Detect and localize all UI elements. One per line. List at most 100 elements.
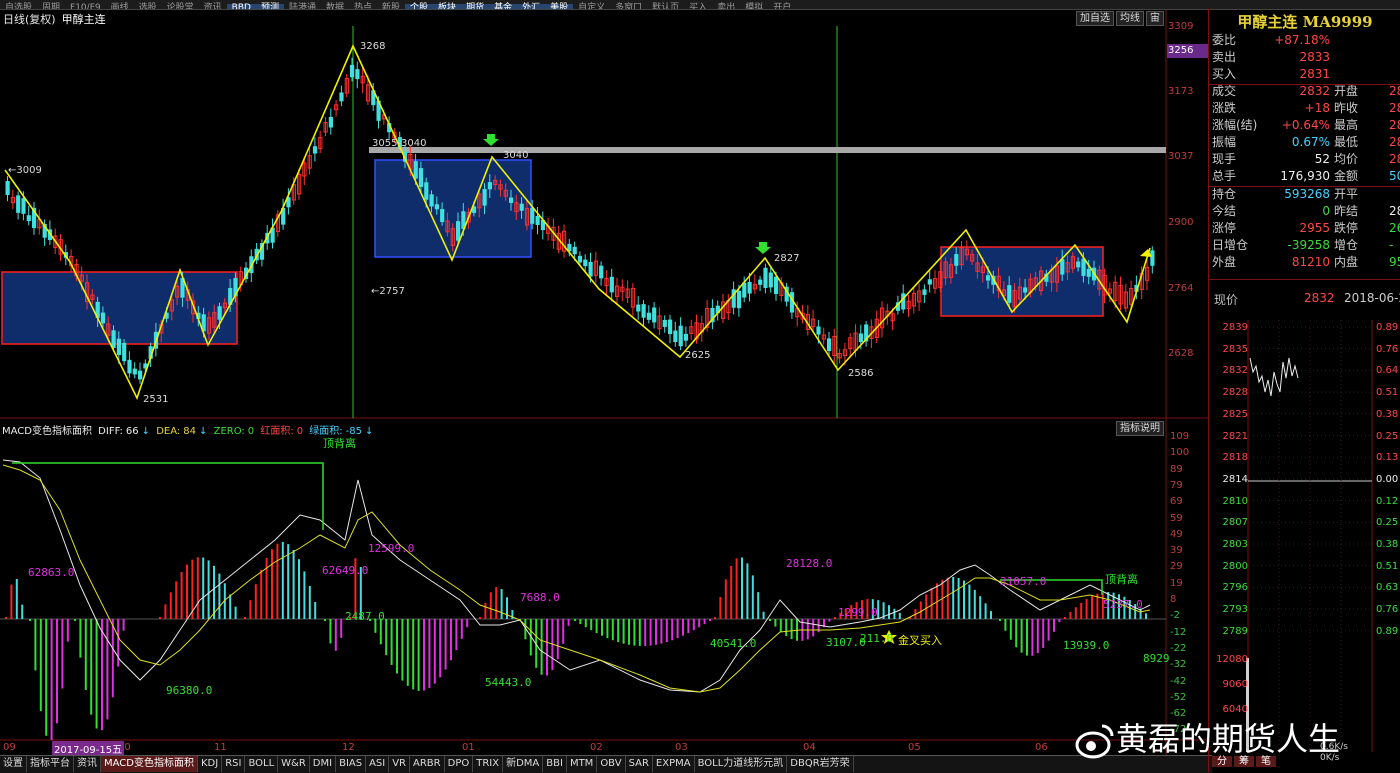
arrow-down-icon <box>483 134 499 146</box>
indicator-tab[interactable]: OBV <box>597 756 626 772</box>
mini-pct-tick: 0.89 <box>1376 322 1399 333</box>
price-tick: 3037 <box>1168 151 1194 162</box>
date-tick: 06 <box>1035 742 1048 753</box>
quote-row: 涨幅(结) +0.64% 最高 28 <box>1212 117 1400 134</box>
indicator-tab[interactable]: BOLL力道线形元凯 <box>695 756 788 772</box>
macd-name[interactable]: MACD变色指标面积 <box>2 426 92 437</box>
mini-price-tick: 2789 <box>1222 625 1248 637</box>
indicator-tab[interactable]: DBQR岩芳荣 <box>787 756 854 772</box>
dea-arrow-icon: ↓ <box>199 426 208 437</box>
candle-body <box>599 265 604 279</box>
candle-body <box>901 293 906 310</box>
candle-body <box>747 281 752 294</box>
mini-price-tick: 2800 <box>1222 560 1248 572</box>
quote-row: 成交 2832 开盘 28 <box>1212 83 1400 100</box>
indicator-tab[interactable]: 设置 <box>0 756 27 772</box>
quote-key: 最高 <box>1334 118 1359 132</box>
price-tick-current: 3256 <box>1168 45 1194 56</box>
macd-area-f: 54443.0 <box>485 676 531 689</box>
quote-row: 今结 0 昨结 28 <box>1212 203 1400 220</box>
indicator-tab[interactable]: TRIX <box>473 756 504 772</box>
macd-tick: 39 <box>1170 545 1183 557</box>
candle-body <box>636 304 641 312</box>
indicator-tab[interactable]: ARBR <box>410 756 445 772</box>
quote-key: 外盘 <box>1212 255 1237 269</box>
indicator-tab[interactable]: 资讯 <box>74 756 101 772</box>
quote-value: 176,930 <box>1280 169 1330 183</box>
divider <box>1209 279 1400 280</box>
quote-value: 2955 <box>1299 221 1330 235</box>
date-highlight: 2017-09-15五 <box>52 741 125 756</box>
quote-value: 28 <box>1389 101 1400 115</box>
mini-pct-tick: 0.38 <box>1376 408 1399 420</box>
indicator-tab[interactable]: VR <box>389 756 411 772</box>
quote-row: 卖出 2833 <box>1212 49 1400 66</box>
green-area-value: -85 <box>345 426 363 437</box>
chart-canvas[interactable]: 3268 ←3009 2531 ←2757 3040 2827 2625 258… <box>0 0 1400 772</box>
candle-body <box>111 330 116 348</box>
quote-row: 涨停 2955 跌停 26 <box>1212 220 1400 237</box>
macd-area-d: 12599.0 <box>368 542 414 555</box>
indicator-tab[interactable]: BIAS <box>336 756 367 772</box>
indicator-tab[interactable]: MACD变色指标面积 <box>101 756 198 772</box>
indicator-tab[interactable]: EXPMA <box>653 756 695 772</box>
quote-row: 买入 2831 <box>1212 66 1400 83</box>
dea-key: DEA: <box>156 426 181 437</box>
indicator-tab[interactable]: SAR <box>626 756 653 772</box>
mini-pct-tick: 0.64 <box>1376 365 1399 377</box>
macd-divergence-2: 顶背离 <box>1105 572 1138 586</box>
dea-line <box>2 464 1151 693</box>
quote-value: -39258 <box>1287 238 1330 252</box>
indicator-tab[interactable]: 指标平台 <box>27 756 74 772</box>
candle-body <box>100 312 106 324</box>
indicator-tab[interactable]: DPO <box>445 756 474 772</box>
indicator-tab[interactable]: DMI <box>310 756 337 772</box>
weibo-logo-icon <box>1075 724 1114 759</box>
mini-price-tick: 2832 <box>1222 365 1248 377</box>
candle-body <box>127 359 132 374</box>
candle-body <box>429 194 434 207</box>
macd-tick: 89 <box>1170 463 1183 475</box>
weibo-watermark: 黄磊的期货人生 <box>1074 714 1340 762</box>
candle-body <box>1076 261 1081 268</box>
candle-body <box>668 319 673 335</box>
red-area-value: 0 <box>296 426 304 437</box>
price-tick: 3309 <box>1168 21 1194 32</box>
candle-body <box>758 279 763 285</box>
quote-key: 内盘 <box>1334 255 1359 269</box>
mini-pct-tick: 0.51 <box>1376 560 1399 572</box>
quote-row: 日增仓 -39258 增仓 - <box>1212 237 1400 254</box>
now-label: 现价 <box>1214 293 1239 307</box>
candle-body <box>16 195 21 213</box>
candle-body <box>1081 258 1086 276</box>
quote-value: 0.67% <box>1291 135 1330 149</box>
date-tick: 05 <box>908 742 921 753</box>
candle-body <box>927 279 932 285</box>
macd-tick: -32 <box>1170 659 1187 671</box>
candle-body <box>413 161 418 179</box>
indicator-tabs: 设置 指标平台 资讯 MACD变色指标面积 KDJ RSI BOLL W&R DMI BIAS AS… <box>0 755 1212 773</box>
indicator-tab[interactable]: W&R <box>278 756 310 772</box>
indicator-tab[interactable]: ASI <box>366 756 390 772</box>
indicator-tab[interactable]: 新DMA <box>503 756 544 772</box>
quote-key: 总手 <box>1212 169 1237 183</box>
indicator-tab[interactable]: BBI <box>543 756 567 772</box>
now-date: 2018-06-29 <box>1344 291 1400 305</box>
golden-cross-buy: 金叉买入 <box>898 633 942 647</box>
diff-line <box>2 459 1151 693</box>
macd-area-o: 5237.0 <box>1103 598 1143 611</box>
quote-value: 593268 <box>1284 187 1330 201</box>
macd-tick: 19 <box>1170 577 1183 589</box>
indicator-tab[interactable]: KDJ <box>198 756 223 772</box>
indicator-tab[interactable]: MTM <box>567 756 598 772</box>
indicator-tab[interactable]: BOLL <box>245 756 279 772</box>
indicator-tab[interactable]: RSI <box>222 756 246 772</box>
quote-value: 50.11 <box>1389 169 1400 183</box>
label-2757: ←2757 <box>371 286 405 297</box>
indicator-help-button[interactable]: 指标说明 <box>1116 421 1164 436</box>
quote-value: 957 <box>1389 255 1400 269</box>
date-tick: 04 <box>803 742 816 753</box>
mini-pct-tick: 0.12 <box>1376 495 1399 507</box>
mini-pct-tick: 0.25 <box>1376 517 1399 529</box>
candle-body <box>312 146 318 154</box>
